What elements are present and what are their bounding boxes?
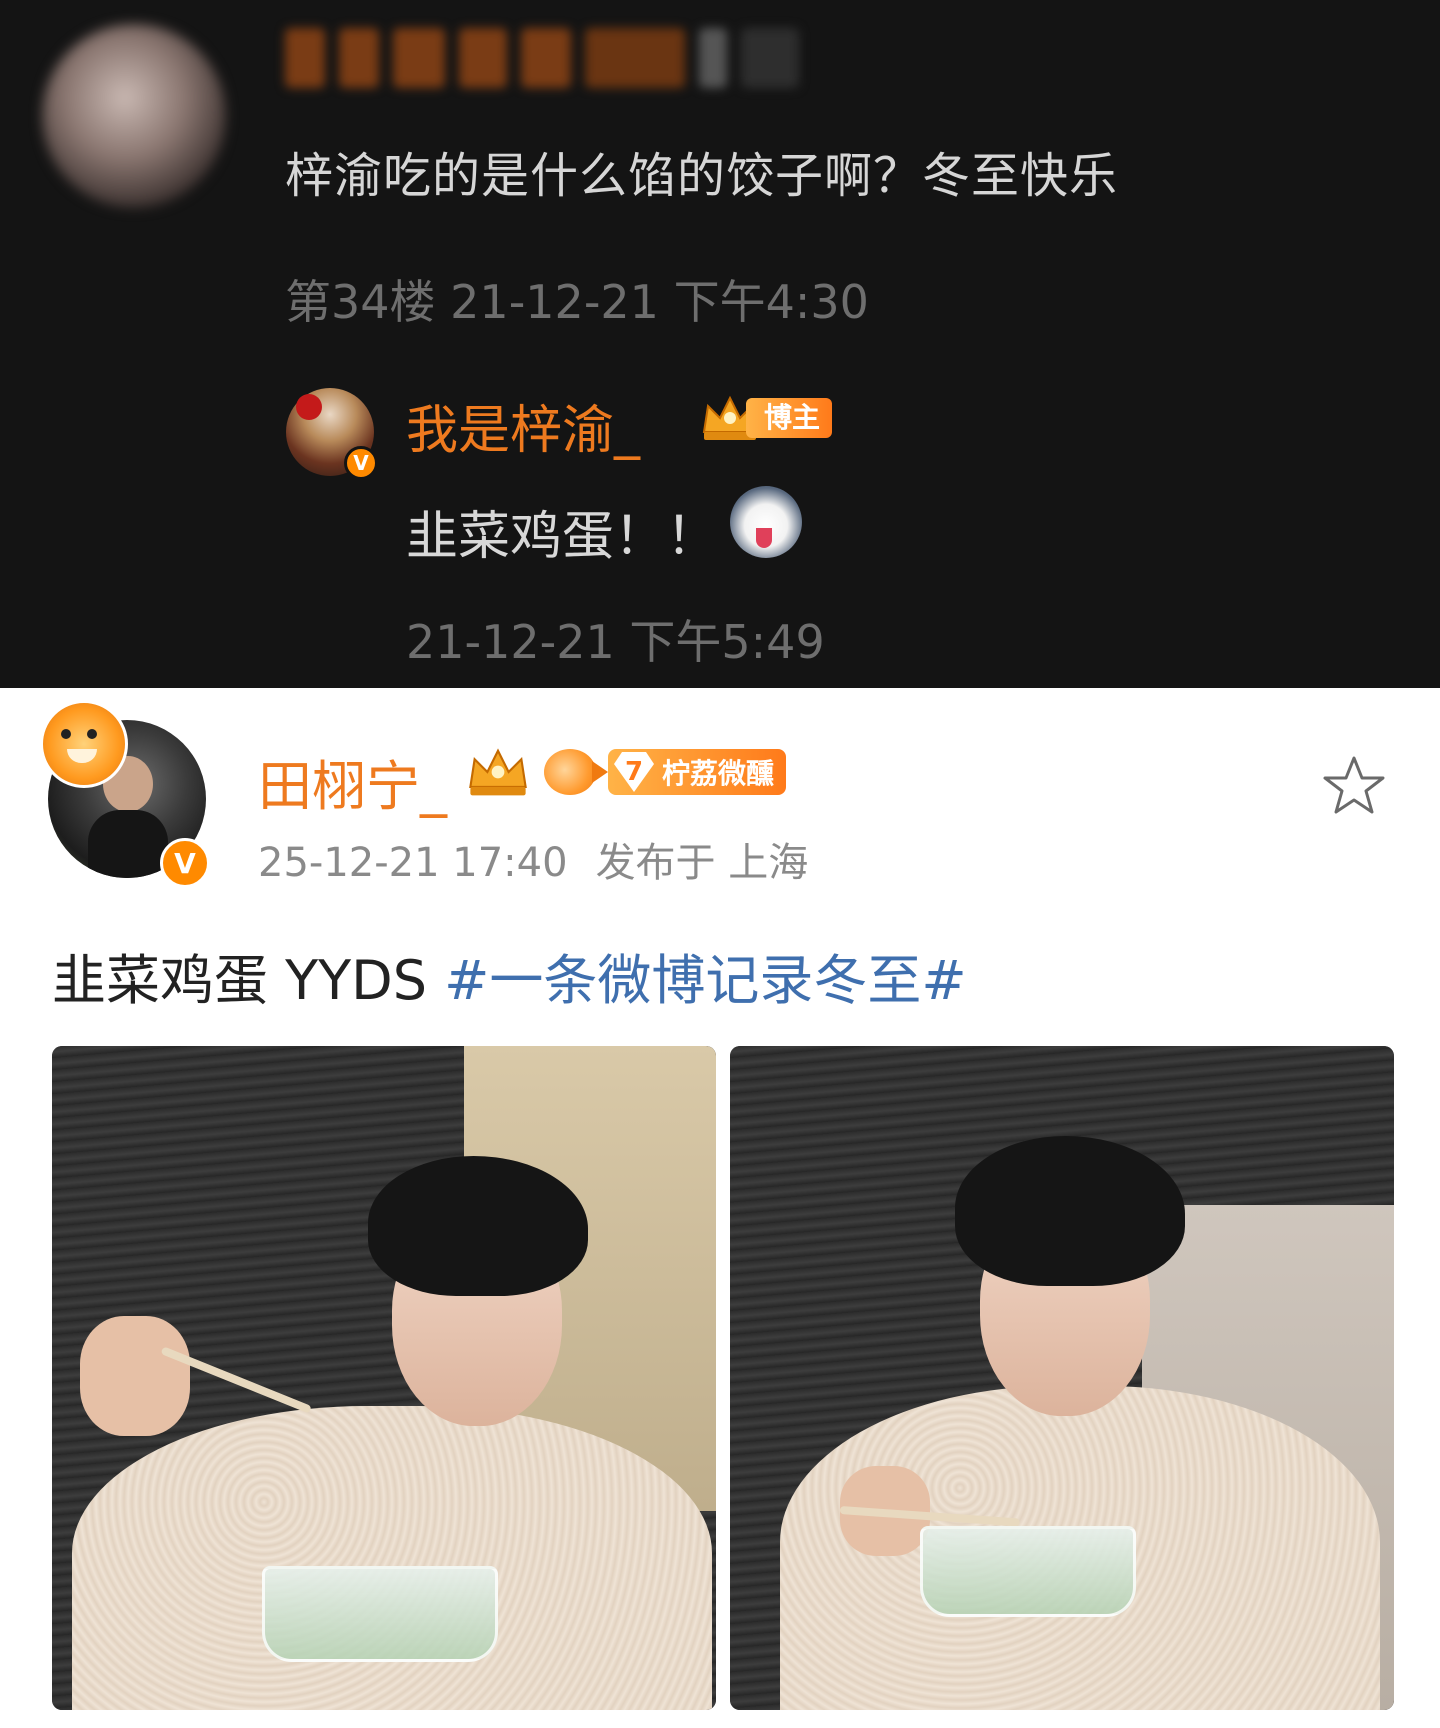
post-image-1[interactable]: [52, 1046, 716, 1710]
star-outline-icon[interactable]: [1322, 754, 1386, 818]
post-image-2[interactable]: [730, 1046, 1394, 1710]
image-dumpling-bowl: [920, 1526, 1136, 1617]
reply-time: 21-12-21 下午5:49: [406, 615, 825, 669]
blogger-badge-label: 博主: [746, 398, 833, 438]
fish-badge-icon: [544, 749, 608, 795]
post-body-text: 韭菜鸡蛋 YYDS: [52, 949, 445, 1012]
image-dumpling-bowl: [262, 1566, 498, 1662]
blogger-badge: 博主: [698, 392, 838, 444]
fan-level-badge[interactable]: 7 柠荔微醺: [608, 749, 787, 795]
comment-meta: 第34楼 21-12-21 下午4:30: [285, 275, 869, 329]
image-person-sweater: [72, 1406, 712, 1710]
image-person-hair: [368, 1156, 588, 1296]
commenter-avatar-blurred[interactable]: [42, 24, 226, 208]
verified-badge-icon: V: [160, 838, 210, 888]
reply-text: 韭菜鸡蛋！！: [406, 507, 719, 567]
reply-username[interactable]: 我是梓渝_: [406, 388, 640, 463]
husky-emoji-icon: [730, 486, 802, 558]
comment-section: 梓渝吃的是什么馅的饺子啊？冬至快乐 第34楼 21-12-21 下午4:30 V…: [0, 0, 1440, 688]
verified-badge-icon: V: [344, 446, 378, 480]
post-time: 25-12-21 17:40: [258, 840, 568, 886]
commenter-name-blurred: [285, 28, 799, 88]
image-person-hair: [955, 1136, 1185, 1286]
tiger-avatar-frame-icon: [40, 700, 128, 788]
post-location: 发布于 上海: [595, 840, 809, 886]
fan-badge-name: 柠荔微醺: [662, 757, 775, 790]
post-text: 韭菜鸡蛋 YYDS #一条微博记录冬至#: [52, 936, 967, 1015]
fan-level-number: 7: [614, 752, 654, 792]
hashtag-link[interactable]: #一条微博记录冬至#: [444, 949, 967, 1012]
post-username[interactable]: 田栩宁_: [258, 742, 447, 821]
user-badges: 7 柠荔微醺: [464, 744, 787, 800]
image-person-hand: [80, 1316, 190, 1436]
comment-text: 梓渝吃的是什么馅的饺子啊？冬至快乐: [285, 148, 1119, 204]
crown-badge-icon: [464, 744, 532, 800]
post-meta: 25-12-21 17:40 发布于 上海: [258, 830, 808, 888]
